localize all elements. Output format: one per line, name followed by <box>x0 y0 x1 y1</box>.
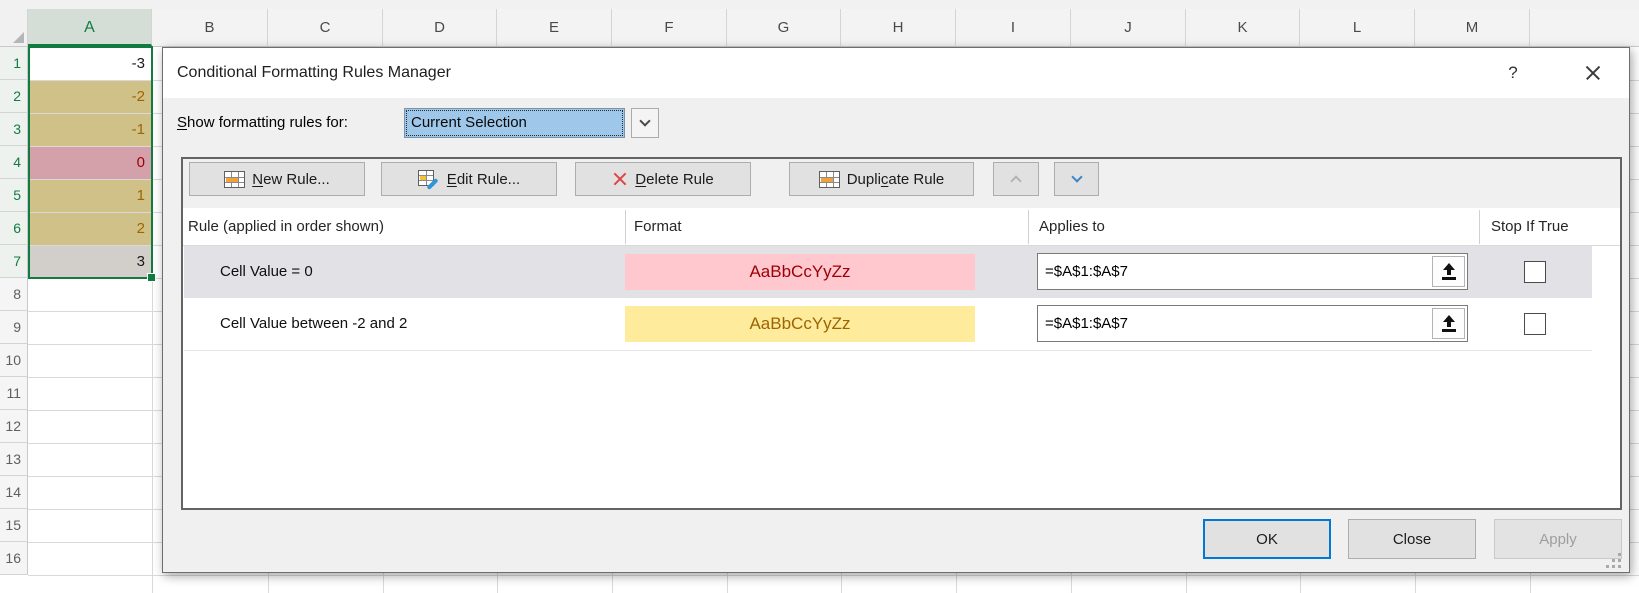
column-header-D[interactable]: D <box>383 9 497 46</box>
row-header-10[interactable]: 10 <box>0 344 28 377</box>
row-header-13[interactable]: 13 <box>0 443 28 476</box>
resize-grip[interactable] <box>1606 553 1622 569</box>
help-icon[interactable]: ? <box>1500 59 1526 87</box>
ok-button[interactable]: OK <box>1203 519 1331 559</box>
edit-rule-pencil-icon <box>418 170 440 188</box>
combobox-dropdown-button[interactable] <box>631 108 659 138</box>
stop-if-true-checkbox[interactable] <box>1524 313 1546 335</box>
duplicate-rule-table-icon <box>819 171 840 188</box>
column-header-A[interactable]: A <box>28 9 152 46</box>
move-rule-up-button[interactable] <box>993 162 1039 196</box>
column-header-C[interactable]: C <box>268 9 383 46</box>
rules-list-header: Rule (applied in order shown) Format App… <box>183 208 1620 246</box>
collapse-dialog-arrow-icon <box>1443 263 1455 270</box>
header-stop-if-true: Stop If True <box>1491 208 1569 246</box>
select-all-corner[interactable] <box>0 9 28 47</box>
format-preview: AaBbCcYyZz <box>625 306 975 342</box>
excel-window: ABCDEFGHIJKLM12345678910111213141516-3-2… <box>0 0 1639 593</box>
new-rule-label: New Rule... <box>252 171 330 188</box>
column-header-F[interactable]: F <box>612 9 727 46</box>
new-rule-button[interactable]: New Rule... <box>189 162 365 196</box>
row-header-5[interactable]: 5 <box>0 179 28 212</box>
duplicate-rule-button[interactable]: Duplicate Rule <box>789 162 974 196</box>
row-header-1[interactable]: 1 <box>0 47 28 80</box>
row-header-11[interactable]: 11 <box>0 377 28 410</box>
row-header-6[interactable]: 6 <box>0 212 28 245</box>
format-preview: AaBbCcYyZz <box>625 254 975 290</box>
formula-bar-edge <box>0 0 1639 9</box>
new-rule-table-icon <box>224 171 245 188</box>
header-format: Format <box>634 208 682 246</box>
applies-to-field <box>1037 253 1468 290</box>
edit-rule-label: Edit Rule... <box>447 171 520 188</box>
header-rule: Rule (applied in order shown) <box>188 208 384 246</box>
header-divider <box>625 210 626 244</box>
column-header-L[interactable]: L <box>1300 9 1415 46</box>
range-picker-button[interactable] <box>1432 256 1465 287</box>
apply-button[interactable]: Apply <box>1494 519 1622 559</box>
column-header-J[interactable]: J <box>1071 9 1186 46</box>
row-header-3[interactable]: 3 <box>0 113 28 146</box>
applies-to-input[interactable] <box>1038 306 1430 341</box>
select-all-triangle-icon <box>13 32 24 43</box>
row-header-15[interactable]: 15 <box>0 509 28 542</box>
show-rules-for-label: Show formatting rules for: <box>177 108 348 138</box>
show-rules-for-combobox[interactable]: Current Selection <box>404 108 625 138</box>
rules-panel: New Rule... Edit Rule... Delete Rule Dup… <box>181 157 1622 510</box>
row-header-9[interactable]: 9 <box>0 311 28 344</box>
header-applies-to: Applies to <box>1039 208 1105 246</box>
duplicate-rule-label: Duplicate Rule <box>847 171 945 188</box>
row-header-2[interactable]: 2 <box>0 80 28 113</box>
column-header-B[interactable]: B <box>152 9 268 46</box>
row-header-14[interactable]: 14 <box>0 476 28 509</box>
rule-row-1[interactable]: Cell Value = 0 AaBbCcYyZz <box>184 246 1592 298</box>
gridline <box>28 575 1639 576</box>
collapse-dialog-arrow-icon <box>1443 315 1455 322</box>
column-header-E[interactable]: E <box>497 9 612 46</box>
applies-to-field <box>1037 305 1468 342</box>
conditional-formatting-rules-manager-dialog: Conditional Formatting Rules Manager ? S… <box>162 47 1630 573</box>
column-header-H[interactable]: H <box>841 9 956 46</box>
chevron-down-icon <box>639 115 650 126</box>
delete-rule-button[interactable]: Delete Rule <box>575 162 751 196</box>
row-header-12[interactable]: 12 <box>0 410 28 443</box>
close-icon[interactable] <box>1577 59 1609 87</box>
applies-to-input[interactable] <box>1038 254 1430 289</box>
column-header-K[interactable]: K <box>1186 9 1300 46</box>
column-header-G[interactable]: G <box>727 9 841 46</box>
row-header-8[interactable]: 8 <box>0 278 28 311</box>
row-divider <box>184 350 1592 351</box>
chevron-down-icon <box>1071 171 1082 182</box>
range-picker-button[interactable] <box>1432 308 1465 339</box>
delete-x-icon <box>612 171 628 187</box>
dialog-title: Conditional Formatting Rules Manager <box>177 48 451 98</box>
header-divider <box>1479 210 1480 244</box>
selection-border <box>28 46 153 279</box>
edit-rule-button[interactable]: Edit Rule... <box>381 162 557 196</box>
close-button[interactable]: Close <box>1348 519 1476 559</box>
rule-description: Cell Value = 0 <box>220 246 313 298</box>
column-header-M[interactable]: M <box>1415 9 1530 46</box>
row-header-4[interactable]: 4 <box>0 146 28 179</box>
fill-handle[interactable] <box>147 273 156 282</box>
row-header-7[interactable]: 7 <box>0 245 28 278</box>
row-header-16[interactable]: 16 <box>0 542 28 575</box>
delete-rule-label: Delete Rule <box>635 171 713 188</box>
dialog-titlebar[interactable]: Conditional Formatting Rules Manager ? <box>163 48 1629 98</box>
rule-description: Cell Value between -2 and 2 <box>220 298 407 350</box>
move-rule-down-button[interactable] <box>1054 162 1099 196</box>
stop-if-true-checkbox[interactable] <box>1524 261 1546 283</box>
header-divider <box>1028 210 1029 244</box>
chevron-up-icon <box>1010 175 1021 186</box>
column-header-I[interactable]: I <box>956 9 1071 46</box>
rules-list: Rule (applied in order shown) Format App… <box>183 208 1620 508</box>
rule-row-2[interactable]: Cell Value between -2 and 2 AaBbCcYyZz <box>184 298 1592 350</box>
